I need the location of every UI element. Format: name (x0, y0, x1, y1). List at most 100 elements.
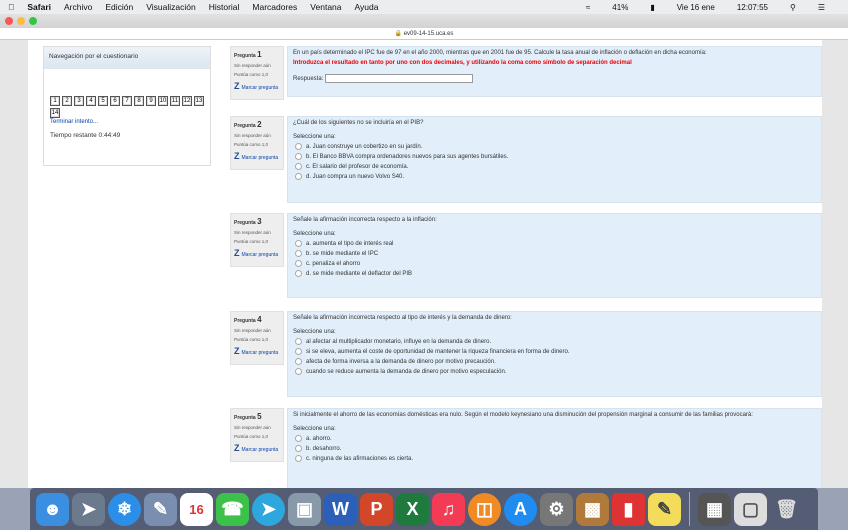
answer-option[interactable]: b. El Banco BBVA compra ordenadores nuev… (293, 153, 816, 160)
answer-option[interactable]: a. ahorro. (293, 435, 816, 442)
radio-button[interactable] (295, 153, 302, 160)
option-label[interactable]: b. El Banco BBVA compra ordenadores nuev… (306, 154, 508, 160)
option-label[interactable]: afecta de forma inversa a la demanda de … (306, 359, 496, 365)
radio-button[interactable] (295, 348, 302, 355)
radio-button[interactable] (295, 143, 302, 150)
radio-button[interactable] (295, 163, 302, 170)
archive-utility-icon[interactable]: ▩ (576, 492, 609, 526)
quiz-page-button[interactable]: 1 (50, 96, 60, 106)
powerpoint-icon[interactable]: P (360, 492, 393, 526)
parallels-icon[interactable]: ▮ (612, 492, 645, 526)
quiz-page-button[interactable]: 11 (170, 96, 180, 106)
radio-button[interactable] (295, 260, 302, 267)
option-label[interactable]: cuando se reduce aumenta la demanda de d… (306, 369, 506, 375)
option-label[interactable]: c. ninguna de las afirmaciones es cierta… (306, 456, 413, 462)
menu-safari[interactable]: Safari (27, 2, 51, 12)
radio-button[interactable] (295, 358, 302, 365)
radio-button[interactable] (295, 240, 302, 247)
quiz-page-button[interactable]: 13 (194, 96, 204, 106)
ibooks-icon[interactable]: ◫ (468, 492, 501, 526)
menu-historial[interactable]: Historial (209, 2, 240, 12)
radio-button[interactable] (295, 455, 302, 462)
option-label[interactable]: d. Juan compra un nuevo Volvo S40. (306, 174, 404, 180)
safari-icon[interactable]: ❄ (108, 492, 141, 526)
answer-option[interactable]: si se eleva, aumenta el coste de oportun… (293, 348, 816, 355)
option-label[interactable]: b. se mide mediante el IPC (306, 251, 378, 257)
answer-option[interactable]: b. desahorro. (293, 445, 816, 452)
answer-option[interactable]: d. Juan compra un nuevo Volvo S40. (293, 173, 816, 180)
flag-question-button[interactable]: Z Marcar pregunta (234, 443, 280, 453)
option-label[interactable]: c. penaliza el ahorro (306, 261, 360, 267)
close-window-button[interactable] (5, 17, 13, 25)
quiz-page-button[interactable]: 12 (182, 96, 192, 106)
excel-icon[interactable]: X (396, 492, 429, 526)
apple-icon[interactable]:  (8, 2, 14, 12)
answer-option[interactable]: afecta de forma inversa a la demanda de … (293, 358, 816, 365)
answer-input[interactable] (325, 74, 474, 83)
date[interactable]: Vie 16 ene (677, 3, 715, 12)
option-label[interactable]: a. ahorro. (306, 436, 332, 442)
quiz-page-button[interactable]: 8 (134, 96, 144, 106)
menu-visualizacion[interactable]: Visualización (146, 2, 195, 12)
answer-option[interactable]: c. ninguna de las afirmaciones es cierta… (293, 455, 816, 462)
answer-option[interactable]: al afectar al multiplicador monetario, i… (293, 338, 816, 345)
trash-icon[interactable]: 🗑 (770, 493, 803, 526)
menu-ventana[interactable]: Ventana (310, 2, 341, 12)
facetime-icon[interactable]: ☎ (216, 492, 249, 526)
stickies-icon[interactable]: ✎ (648, 492, 681, 526)
notification-center-icon[interactable]: ☰ (818, 3, 825, 12)
quiz-page-button[interactable]: 4 (86, 96, 96, 106)
answer-option[interactable]: a. Juan construye un cobertizo en su jar… (293, 143, 816, 150)
menu-ayuda[interactable]: Ayuda (355, 2, 379, 12)
radio-button[interactable] (295, 270, 302, 277)
minimize-window-button[interactable] (17, 17, 25, 25)
radio-button[interactable] (295, 445, 302, 452)
answer-option[interactable]: cuando se reduce aumenta la demanda de d… (293, 368, 816, 375)
flag-question-button[interactable]: Z Marcar pregunta (234, 151, 280, 161)
answer-option[interactable]: c. El salario del profesor de economía. (293, 163, 816, 170)
clock[interactable]: 12:07:55 (737, 3, 768, 12)
answer-option[interactable]: a. aumenta el tipo de interés real (293, 240, 816, 247)
answer-option[interactable]: b. se mide mediante el IPC (293, 250, 816, 257)
quiz-page-button[interactable]: 7 (122, 96, 132, 106)
radio-button[interactable] (295, 173, 302, 180)
battery-percent[interactable]: 41% (612, 3, 628, 12)
radio-button[interactable] (295, 338, 302, 345)
preview-icon[interactable]: ✎ (144, 492, 177, 526)
answer-option[interactable]: c. penaliza el ahorro (293, 260, 816, 267)
option-label[interactable]: a. Juan construye un cobertizo en su jar… (306, 144, 422, 150)
flag-question-button[interactable]: Z Marcar pregunta (234, 248, 280, 258)
option-label[interactable]: c. El salario del profesor de economía. (306, 164, 408, 170)
radio-button[interactable] (295, 435, 302, 442)
option-label[interactable]: si se eleva, aumenta el coste de oportun… (306, 349, 570, 355)
radio-button[interactable] (295, 250, 302, 257)
wifi-icon[interactable]: ≈ (586, 3, 590, 12)
quiz-page-button[interactable]: 3 (74, 96, 84, 106)
quiz-page-button[interactable]: 6 (110, 96, 120, 106)
answer-option[interactable]: d. se mide mediante el deflactor del PIB (293, 270, 816, 277)
quiz-page-button[interactable]: 9 (146, 96, 156, 106)
address-bar[interactable]: 🔒 ev09-14-15.uca.es (0, 28, 848, 40)
option-label[interactable]: a. aumenta el tipo de interés real (306, 241, 393, 247)
downloads-stack-icon[interactable]: ▦ (698, 492, 731, 526)
quiz-page-button[interactable]: 5 (98, 96, 108, 106)
launchpad-icon[interactable]: ➤ (72, 492, 105, 526)
zoom-window-button[interactable] (29, 17, 37, 25)
system-preferences-icon[interactable]: ⚙ (540, 492, 573, 526)
option-label[interactable]: d. se mide mediante el deflactor del PIB (306, 271, 412, 277)
option-label[interactable]: al afectar al multiplicador monetario, i… (306, 339, 491, 345)
spotlight-icon[interactable]: ⚲ (790, 3, 796, 12)
quiz-page-button[interactable]: 10 (158, 96, 168, 106)
calendar-icon[interactable]: 16 (180, 492, 213, 526)
app-store-icon[interactable]: A (504, 492, 537, 526)
menu-edicion[interactable]: Edición (105, 2, 133, 12)
word-icon[interactable]: W (324, 492, 357, 526)
option-label[interactable]: b. desahorro. (306, 446, 341, 452)
menu-marcadores[interactable]: Marcadores (252, 2, 297, 12)
flag-question-button[interactable]: Z Marcar pregunta (234, 346, 280, 356)
radio-button[interactable] (295, 368, 302, 375)
itunes-icon[interactable]: ♫ (432, 492, 465, 526)
quiz-page-button[interactable]: 14 (50, 108, 60, 118)
finder-icon[interactable]: ☻ (36, 492, 69, 526)
image-capture-icon[interactable]: ▣ (288, 492, 321, 526)
